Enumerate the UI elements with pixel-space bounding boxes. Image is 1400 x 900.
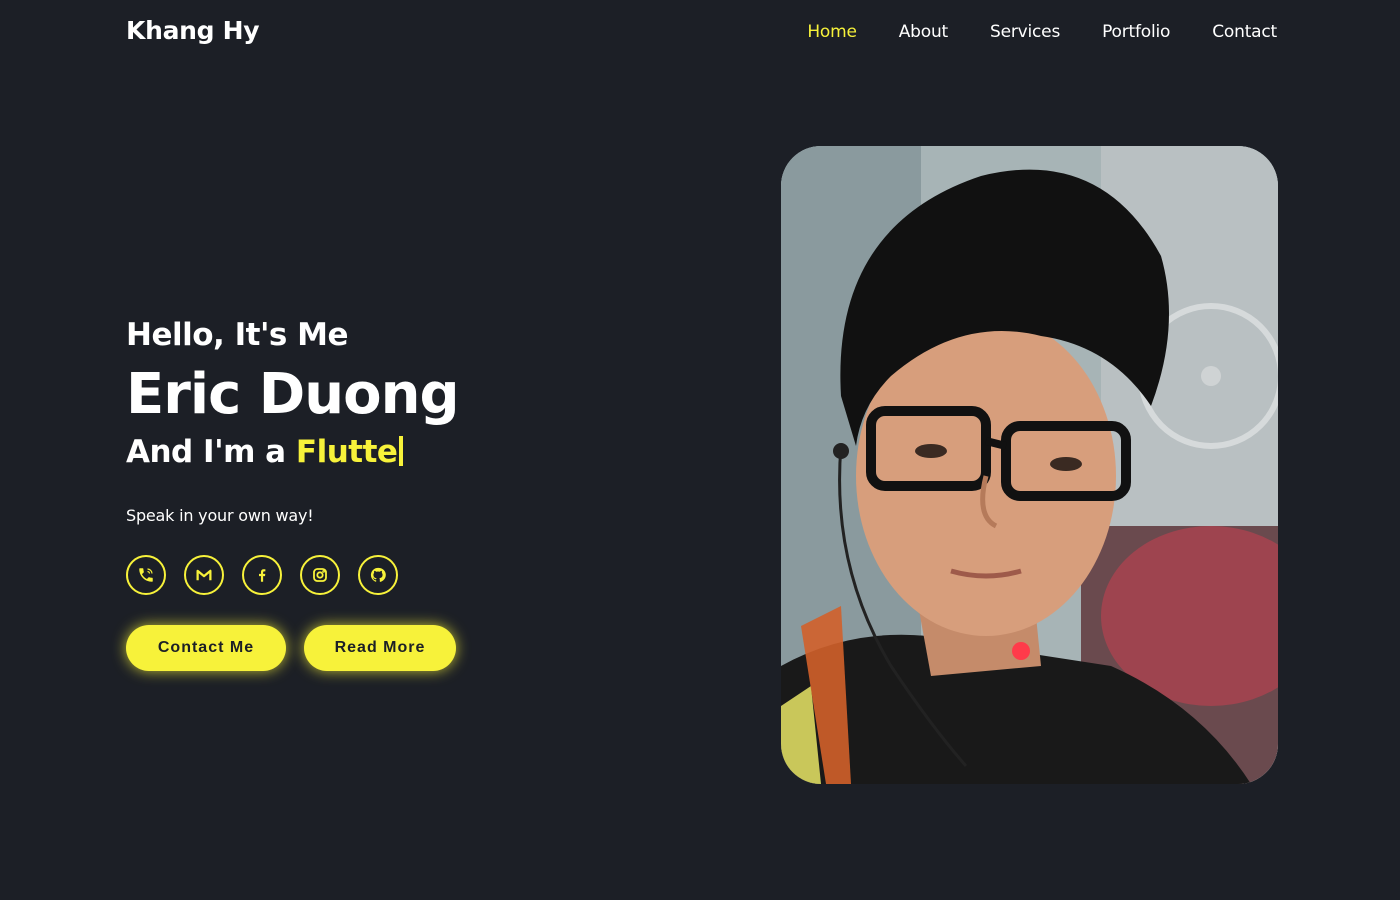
hero-name: Eric Duong — [126, 362, 460, 427]
nav-contact[interactable]: Contact — [1212, 22, 1277, 42]
site-logo[interactable]: Khang Hy — [126, 16, 260, 45]
read-more-button[interactable]: Read More — [304, 625, 456, 671]
facebook-icon — [259, 569, 266, 582]
social-links — [126, 555, 646, 595]
profile-photo — [781, 146, 1278, 784]
page: Khang Hy Home About Services Portfolio C… — [0, 0, 1400, 900]
github-icon — [370, 567, 386, 582]
gmail-icon — [196, 569, 212, 581]
phone-icon — [139, 568, 153, 582]
site-header: Khang Hy Home About Services Portfolio C… — [0, 0, 1400, 66]
instagram-icon — [313, 568, 327, 582]
phone-link[interactable] — [126, 555, 166, 595]
github-link[interactable] — [358, 555, 398, 595]
hero-greeting: Hello, It's Me — [126, 317, 349, 353]
typing-caret — [399, 436, 404, 466]
hero-intro: Hello, It's Me Eric Duong And I'm a Flut… — [126, 316, 646, 671]
instagram-link[interactable] — [300, 555, 340, 595]
gmail-link[interactable] — [184, 555, 224, 595]
role-typed-text: Flutte — [295, 434, 398, 470]
profile-photo-illustration — [781, 146, 1278, 784]
hero-role: And I'm a Flutte — [126, 432, 646, 472]
nav-about[interactable]: About — [899, 22, 948, 42]
contact-me-button[interactable]: Contact Me — [126, 625, 286, 671]
nav-home[interactable]: Home — [807, 22, 857, 42]
main-nav: Home About Services Portfolio Contact — [807, 22, 1277, 42]
hero-tagline: Speak in your own way! — [126, 506, 314, 525]
nav-services[interactable]: Services — [990, 22, 1060, 42]
nav-portfolio[interactable]: Portfolio — [1102, 22, 1170, 42]
hero-buttons: Contact Me Read More — [126, 625, 646, 671]
role-prefix: And I'm a — [126, 434, 286, 470]
facebook-link[interactable] — [242, 555, 282, 595]
